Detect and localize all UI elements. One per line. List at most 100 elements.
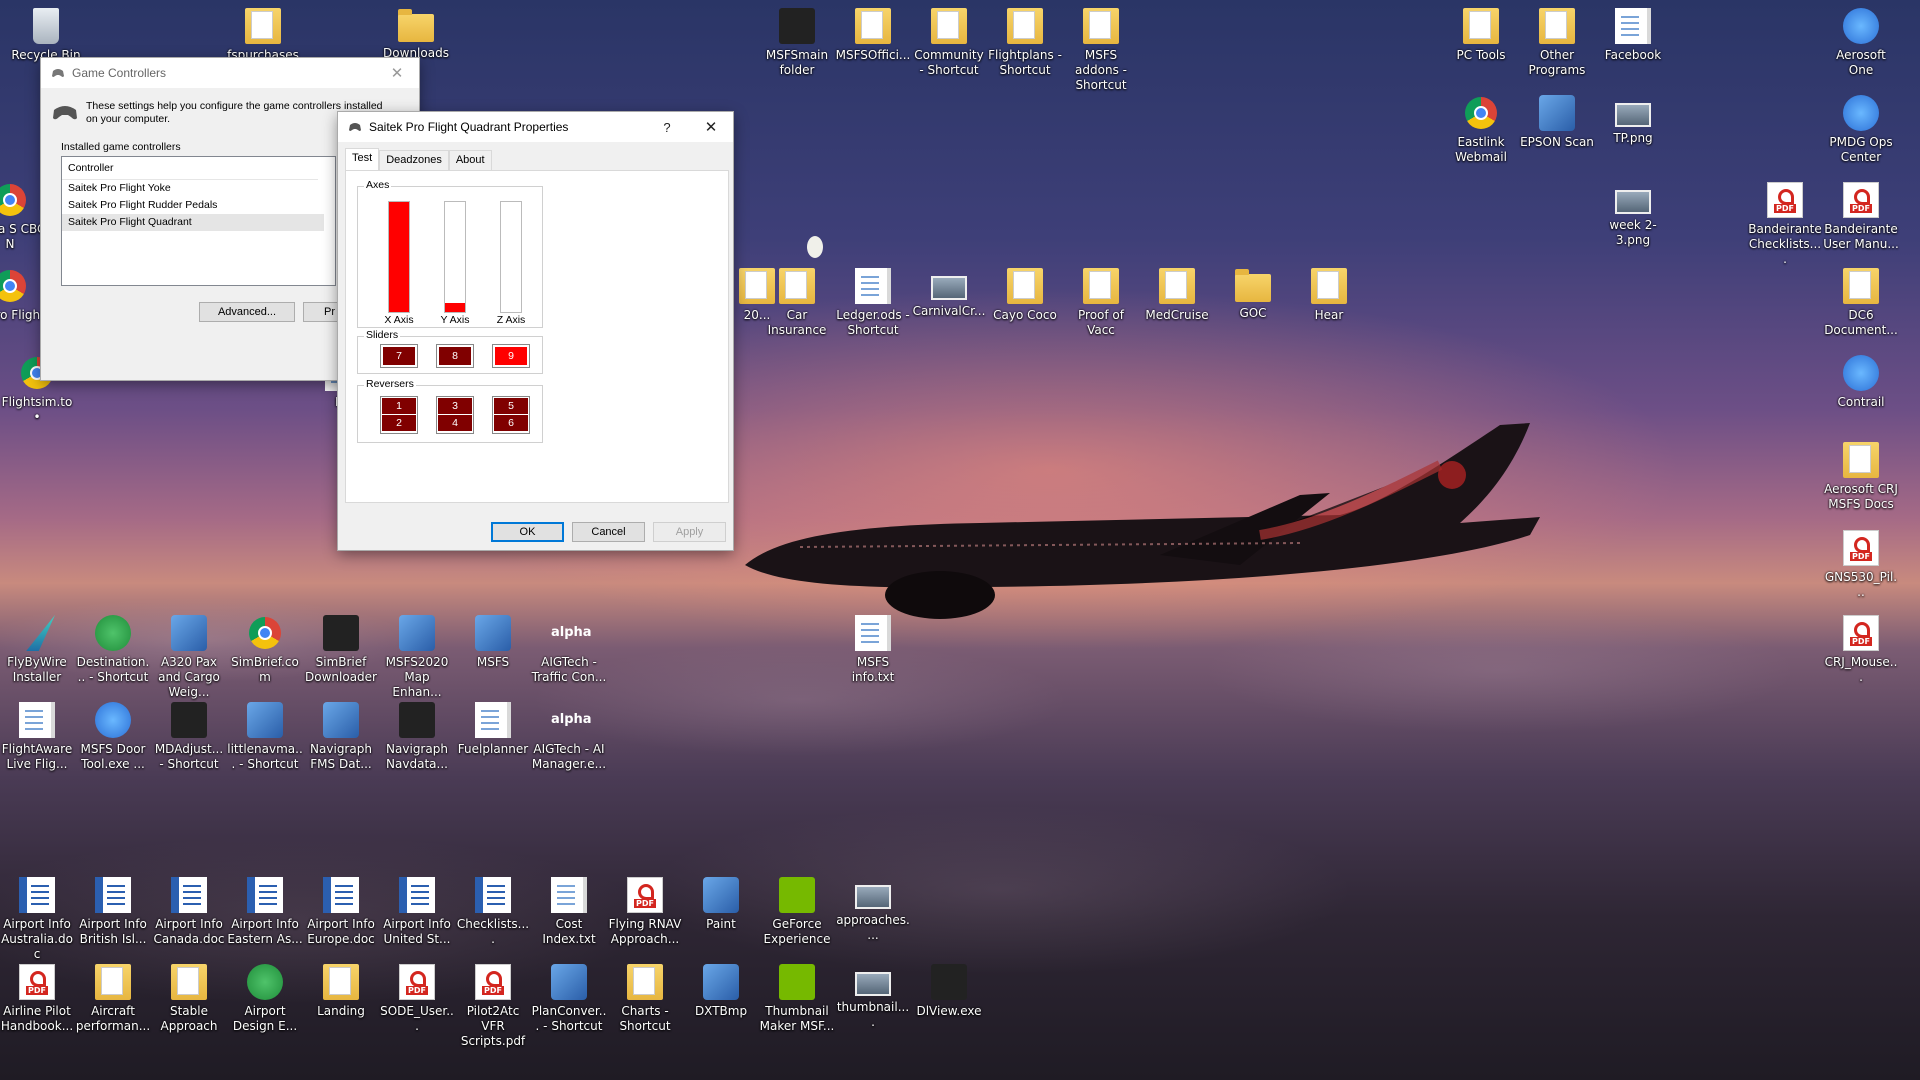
desktop-icon-planconverter[interactable]: PlanConver... - Shortcut xyxy=(531,964,607,1034)
desktop-icon-medcruise[interactable]: MedCruise xyxy=(1139,268,1215,323)
desktop-icon-crjmouse[interactable]: CRJ_Mouse... xyxy=(1823,615,1899,685)
desktop-icon-label: Destination... - Shortcut xyxy=(76,655,150,684)
desktop-icon-gns530[interactable]: GNS530_Pil... xyxy=(1823,530,1899,600)
desktop-icon-apinfoeur[interactable]: Airport Info Europe.doc xyxy=(303,877,379,947)
desktop-icon-littlenav[interactable]: littlenavma... - Shortcut xyxy=(227,702,303,772)
desktop-icon-downloads[interactable]: Downloads xyxy=(378,8,454,61)
quadrant-properties-window[interactable]: Saitek Pro Flight Quadrant Properties ? … xyxy=(338,112,733,550)
desktop-icon-msfsinfo[interactable]: MSFS info.txt xyxy=(835,615,911,685)
controller-row[interactable]: Saitek Pro Flight Quadrant xyxy=(62,214,324,231)
close-icon[interactable]: ✕ xyxy=(689,112,733,142)
desktop-icon-flightaware[interactable]: FlightAware Live Flig... xyxy=(0,702,75,772)
desktop-icon-thumbnailmaker[interactable]: Thumbnail Maker MSF... xyxy=(759,964,835,1034)
desktop-icon-aerosoftcrj[interactable]: Aerosoft CRJ MSFS Docs xyxy=(1823,442,1899,512)
desktop-icon-flightplans[interactable]: Flightplans - Shortcut xyxy=(987,8,1063,78)
desktop-icon-apinfoeast[interactable]: Airport Info Eastern As... xyxy=(227,877,303,947)
desktop-icon-pilot2atc[interactable]: Pilot2Atc VFR Scripts.pdf xyxy=(455,964,531,1049)
desktop-icon-flybywire[interactable]: FlyByWire Installer xyxy=(0,615,75,685)
game-controllers-titlebar[interactable]: Game Controllers ✕ xyxy=(41,58,419,88)
desktop-icon-approaches[interactable]: approaches.... xyxy=(835,877,911,943)
desktop-icon-label: FlightAware Live Flig... xyxy=(1,742,73,771)
controller-row[interactable]: Saitek Pro Flight Rudder Pedals xyxy=(62,197,324,214)
properties-titlebar[interactable]: Saitek Pro Flight Quadrant Properties ? … xyxy=(338,112,733,142)
desktop-icon-charts[interactable]: Charts - Shortcut xyxy=(607,964,683,1034)
desktop-icon-checklists[interactable]: Checklists.... xyxy=(455,877,531,947)
desktop-icon-bandeirante1[interactable]: Bandeirante Checklists.... xyxy=(1747,182,1823,267)
desktop-icon-msfsaddons[interactable]: MSFS addons - Shortcut xyxy=(1063,8,1139,93)
desktop-icon-apinfoaus[interactable]: Airport Info Australia.doc xyxy=(0,877,75,962)
desktop-icon-a320pax[interactable]: A320 Pax and Cargo Weig... xyxy=(151,615,227,700)
desktop-icon-mdadjust[interactable]: MDAdjust... - Shortcut xyxy=(151,702,227,772)
desktop-icon-flyingrnav[interactable]: Flying RNAV Approach... xyxy=(607,877,683,947)
desktop-icon-msfs[interactable]: MSFS xyxy=(455,615,531,670)
desktop-icon-label: MSFS2020 Map Enhan... xyxy=(385,655,449,699)
desktop-icon-msfs2020map[interactable]: MSFS2020 Map Enhan... xyxy=(379,615,455,700)
properties-button[interactable]: Pr xyxy=(303,302,343,322)
desktop-icon-navigraphnav[interactable]: Navigraph Navdata... xyxy=(379,702,455,772)
desktop-icon-aircraftperf[interactable]: Aircraft performan... xyxy=(75,964,151,1034)
desktop-icon-proofvacc[interactable]: Proof of Vacc xyxy=(1063,268,1139,338)
desktop-icon-dc6[interactable]: DC6 Document... xyxy=(1823,268,1899,338)
desktop-icon-paint[interactable]: Paint xyxy=(683,877,759,932)
desktop-icon-label: Cost Index.txt xyxy=(542,917,596,946)
controller-column-header[interactable]: Controller xyxy=(62,157,318,180)
desktop-icon-fuelplanner[interactable]: Fuelplanner xyxy=(455,702,531,757)
desktop-icon-geforce[interactable]: GeForce Experience xyxy=(759,877,835,947)
desktop-icon-recycle-bin[interactable]: Recycle Bin xyxy=(8,8,84,63)
desktop-icon-apinfobrit[interactable]: Airport Info British Isl... xyxy=(75,877,151,947)
msfs-icon xyxy=(475,615,511,651)
desktop-icon-goc[interactable]: GOC xyxy=(1215,268,1291,321)
desktop-icon-bandeirante2[interactable]: Bandeirante User Manu... xyxy=(1823,182,1899,252)
controller-row[interactable]: Saitek Pro Flight Yoke xyxy=(62,180,324,197)
geforce-icon xyxy=(779,877,815,913)
controllers-list[interactable]: Controller Saitek Pro Flight Yoke Saitek … xyxy=(61,156,336,286)
desktop-icon-dlview[interactable]: DlView.exe xyxy=(911,964,987,1019)
apply-button[interactable]: Apply xyxy=(653,522,726,542)
tab-deadzones[interactable]: Deadzones xyxy=(379,150,449,170)
desktop-icon-carnival[interactable]: CarnivalCr... xyxy=(911,268,987,319)
desktop-icon-navigraphfms[interactable]: Navigraph FMS Dat... xyxy=(303,702,379,772)
desktop-icon-costindex[interactable]: Cost Index.txt xyxy=(531,877,607,947)
ok-button[interactable]: OK xyxy=(491,522,564,542)
desktop-icon-msfsofficial[interactable]: MSFSOffici... xyxy=(835,8,911,63)
desktop-icon-apinfous[interactable]: Airport Info United St... xyxy=(379,877,455,947)
tab-about[interactable]: About xyxy=(448,150,492,170)
desktop-icon-msfsmain[interactable]: MSFSmain folder xyxy=(759,8,835,78)
desktop-icon-aigtech1[interactable]: alpha AIGTech - Traffic Con... xyxy=(531,615,607,685)
help-icon[interactable]: ? xyxy=(645,112,689,142)
desktop-icon-aerosoftone[interactable]: Aerosoft One xyxy=(1823,8,1899,78)
desktop-icon-contrail[interactable]: Contrail xyxy=(1823,355,1899,410)
desktop-icon-hear[interactable]: Hear xyxy=(1291,268,1367,323)
tab-test[interactable]: Test xyxy=(345,148,380,170)
close-icon[interactable]: ✕ xyxy=(375,58,419,88)
desktop-icon-landing[interactable]: Landing xyxy=(303,964,379,1019)
desktop-icon-stableappr[interactable]: Stable Approach xyxy=(151,964,227,1034)
cancel-button[interactable]: Cancel xyxy=(572,522,645,542)
desktop-icon-otherprograms[interactable]: Other Programs xyxy=(1519,8,1595,78)
desktop-icon-aigtech2[interactable]: alpha AIGTech - AI Manager.e... xyxy=(531,702,607,772)
desktop-icon-airportdesign[interactable]: Airport Design E... xyxy=(227,964,303,1034)
desktop-icon-simbrief[interactable]: SimBrief.com xyxy=(227,615,303,685)
desktop-icon-sodeuser[interactable]: SODE_User... xyxy=(379,964,455,1034)
desktop-icon-week2[interactable]: week 2-3.png xyxy=(1595,182,1671,248)
desktop-icon-cayococo[interactable]: Cayo Coco xyxy=(987,268,1063,323)
desktop-icon-destination[interactable]: Destination... - Shortcut xyxy=(75,615,151,685)
desktop-icon-label: Hear xyxy=(1314,308,1344,322)
desktop-icon-airlinepilot[interactable]: Airline Pilot Handbook... xyxy=(0,964,75,1034)
desktop-icon-pctools[interactable]: PC Tools xyxy=(1443,8,1519,63)
desktop-icon-eastlink[interactable]: Eastlink Webmail xyxy=(1443,95,1519,165)
desktop-icon-apinfocan[interactable]: Airport Info Canada.doc xyxy=(151,877,227,947)
desktop-icon-thumbnail[interactable]: thumbnail.... xyxy=(835,964,911,1030)
desktop-icon-msfsdoor[interactable]: MSFS Door Tool.exe ... xyxy=(75,702,151,772)
epson-icon xyxy=(1539,95,1575,131)
desktop-icon-tppng[interactable]: TP.png xyxy=(1595,95,1671,146)
desktop-icon-community[interactable]: Community - Shortcut xyxy=(911,8,987,78)
advanced-button[interactable]: Advanced... xyxy=(199,302,295,322)
desktop-icon-dxtbmp[interactable]: DXTBmp xyxy=(683,964,759,1019)
desktop-icon-facebook[interactable]: Facebook xyxy=(1595,8,1671,63)
desktop-icon-ledger[interactable]: Ledger.ods - Shortcut xyxy=(835,268,911,338)
desktop-icon-epson[interactable]: EPSON Scan xyxy=(1519,95,1595,150)
desktop-icon-label: FlyByWire Installer xyxy=(7,655,67,684)
desktop-icon-pmdg[interactable]: PMDG Ops Center xyxy=(1823,95,1899,165)
desktop-icon-simbriefdl[interactable]: SimBrief Downloader xyxy=(303,615,379,685)
